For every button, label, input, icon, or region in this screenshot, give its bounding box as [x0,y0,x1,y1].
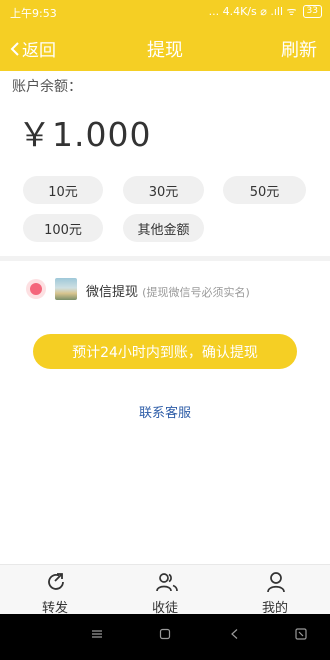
nav-bar: 返回 提现 刷新 [0,24,330,71]
wechat-radio[interactable] [26,279,46,299]
amount-option-30[interactable]: 30元 [123,176,204,204]
wechat-image-icon [55,278,77,300]
amount-option-100[interactable]: 100元 [23,214,103,242]
balance-label: 账户余额： [12,79,82,95]
system-nav-bar [0,614,330,660]
tab-recruit[interactable]: 收徒 [110,565,220,616]
tab-bar: 转发 收徒 我的 [0,564,330,616]
status-time: 上午9:53 [10,7,57,20]
balance-value: ￥1.000 [18,115,152,154]
share-icon [48,573,64,590]
battery-icon: 33 [302,5,322,18]
withdraw-method[interactable]: 微信提现 (提现微信号必须实名) [86,281,250,300]
screen-fit-icon[interactable] [295,628,307,640]
status-indicators: ... 4.4K/s ⌀ .ıll ᯤ 33 [209,4,322,19]
refresh-button[interactable]: 刷新 [281,36,317,62]
user-icon [267,572,285,593]
amount-option-50[interactable]: 50元 [223,176,306,204]
home-icon[interactable] [159,628,171,640]
back-triangle-icon[interactable] [229,628,241,640]
status-right-text: ... 4.4K/s ⌀ .ıll ᯤ [208,5,297,18]
section-divider [0,256,330,261]
contact-support-link[interactable]: 联系客服 [0,402,330,421]
amount-option-other[interactable]: 其他金额 [123,214,204,242]
status-bar: 上午9:53 ... 4.4K/s ⌀ .ıll ᯤ 33 [0,0,330,24]
tab-mine[interactable]: 我的 [220,565,330,616]
amount-option-10[interactable]: 10元 [23,176,103,204]
menu-icon[interactable] [91,628,103,640]
withdraw-method-note: (提现微信号必须实名) [142,286,250,299]
tab-share[interactable]: 转发 [0,565,110,616]
confirm-withdraw-button[interactable]: 预计24小时内到账，确认提现 [33,334,297,369]
withdraw-method-name: 微信提现 [86,285,139,300]
users-icon [156,573,178,592]
